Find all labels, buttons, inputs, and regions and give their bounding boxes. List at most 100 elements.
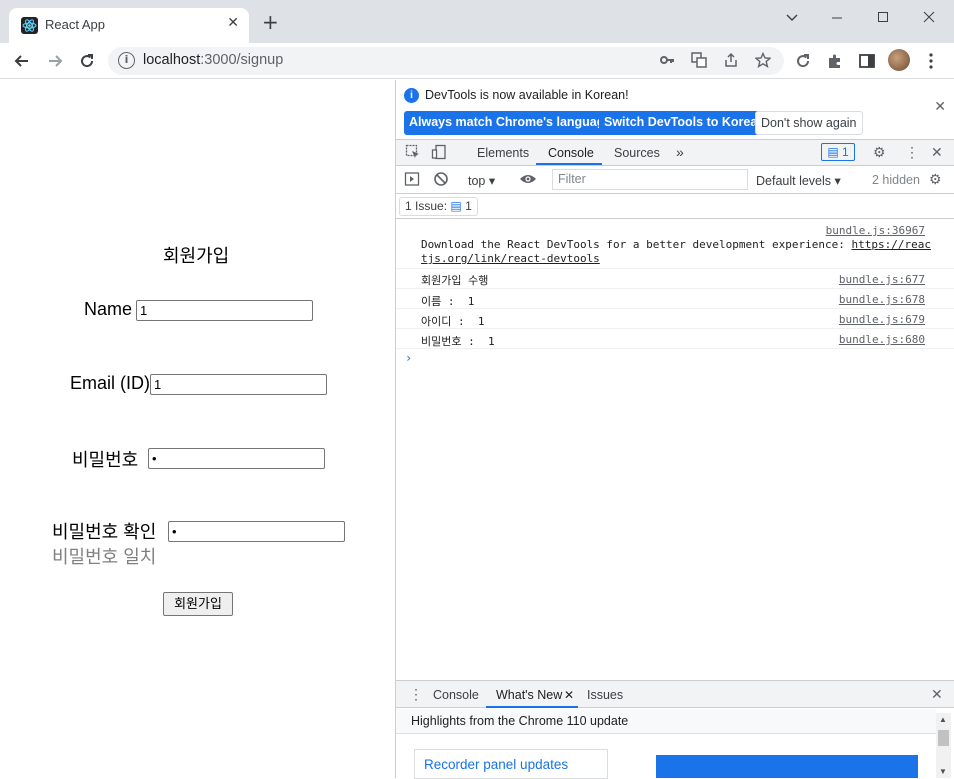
password-match-message: 비밀번호 일치 [52, 547, 157, 567]
email-input[interactable]: 1 [150, 374, 327, 395]
console-settings-gear-icon[interactable]: ⚙ [929, 171, 942, 188]
issue-message-icon: ▤ [450, 199, 462, 213]
log-levels-dropdown[interactable]: Default levels ▾ [756, 173, 841, 188]
drawer-scrollbar[interactable]: ▲ ▼ [936, 713, 951, 778]
translate-icon[interactable] [690, 52, 708, 70]
key-icon[interactable] [658, 52, 676, 70]
name-input[interactable]: 1 [136, 300, 313, 321]
switch-to-korean-button[interactable]: Switch DevTools to Korean [599, 111, 770, 135]
console-source-link[interactable]: bundle.js:677 [839, 273, 925, 286]
console-message: 아이디 : 1 bundle.js:679 [396, 309, 954, 329]
console-message-text-cont: tjs.org/link/react-devtools [421, 252, 600, 265]
console-prompt[interactable]: › [405, 351, 412, 365]
reload-extension-icon[interactable] [794, 52, 812, 70]
infobar-message: DevTools is now available in Korean! [425, 88, 629, 102]
browser-toolbar: i localhost:3000/signup [0, 43, 954, 79]
drawer-tab-issues[interactable]: Issues [587, 688, 623, 702]
tab-search-chevron-icon[interactable] [777, 6, 807, 30]
console-message-text: Download the React DevTools for a better… [421, 238, 931, 251]
side-panel-icon[interactable] [858, 52, 876, 70]
maximize-button[interactable] [868, 6, 898, 30]
address-bar[interactable]: i localhost:3000/signup [108, 47, 784, 75]
console-text: Download the React DevTools for a better… [421, 238, 852, 251]
console-message: 이름 : 1 bundle.js:678 [396, 289, 954, 309]
issue-badge-count: 1 [842, 145, 849, 159]
infobar-close-icon[interactable]: ✕ [934, 98, 946, 115]
bookmark-star-icon[interactable] [754, 51, 772, 70]
browser-tab[interactable]: React App ✕ [9, 8, 249, 43]
inspect-element-icon[interactable] [405, 144, 421, 163]
drawer-tab-whats-new[interactable]: What's New [496, 688, 562, 702]
issues-chip-label: 1 Issue: [405, 199, 448, 213]
console-message-text: 회원가입 수행 [421, 274, 489, 287]
share-icon[interactable] [722, 52, 740, 70]
forward-arrow-icon[interactable] [44, 50, 66, 72]
whats-new-image [656, 755, 918, 778]
clear-console-icon[interactable] [433, 171, 449, 190]
console-source-link[interactable]: bundle.js:36967 [826, 224, 925, 237]
tab-close-icon[interactable]: ✕ [227, 15, 239, 31]
issues-button[interactable]: 1 Issue: ▤ 1 [399, 197, 478, 216]
tab-title: React App [45, 17, 105, 32]
devtools-menu-icon[interactable]: ⋮ [905, 144, 919, 161]
console-message: 비밀번호 : 1 bundle.js:680 [396, 329, 954, 349]
console-filter-bar: top ▾ Filter Default levels ▾ 2 hidden ⚙ [396, 167, 954, 194]
profile-avatar[interactable] [888, 49, 910, 71]
tab-sources[interactable]: Sources [614, 146, 660, 160]
close-window-button[interactable] [914, 6, 944, 30]
name-label: Name [84, 299, 133, 319]
issues-bar: 1 Issue: ▤ 1 [396, 195, 954, 219]
always-match-language-button[interactable]: Always match Chrome's language [404, 111, 617, 135]
react-devtools-link-cont[interactable]: tjs.org/link/react-devtools [421, 252, 600, 265]
new-tab-button[interactable]: + [262, 12, 279, 32]
back-arrow-icon[interactable] [11, 50, 33, 72]
page-title: 회원가입 [163, 246, 230, 266]
signup-submit-button[interactable]: 회원가입 [163, 592, 233, 616]
console-message: bundle.js:36967 Download the React DevTo… [396, 220, 954, 269]
active-tab-indicator [536, 163, 602, 165]
log-levels-label: Default levels [756, 174, 832, 188]
settings-gear-icon[interactable]: ⚙ [873, 144, 886, 161]
more-tabs-icon[interactable]: » [676, 144, 684, 160]
url-path: :3000/signup [200, 52, 284, 68]
browser-menu-icon[interactable] [922, 52, 940, 70]
drawer-tab-console[interactable]: Console [433, 688, 479, 702]
device-toolbar-icon[interactable] [431, 144, 447, 163]
tab-console[interactable]: Console [548, 146, 594, 160]
message-icon: ▤ [827, 145, 839, 159]
password-input[interactable]: • [148, 448, 325, 469]
react-devtools-link[interactable]: https://reac [851, 238, 930, 251]
extensions-puzzle-icon[interactable] [826, 52, 844, 70]
drawer-menu-icon[interactable]: ⋮ [409, 686, 423, 703]
reload-icon[interactable] [76, 50, 98, 72]
console-source-link[interactable]: bundle.js:679 [839, 313, 925, 326]
sidebar-toggle-icon[interactable] [404, 171, 420, 190]
scrollbar-thumb[interactable] [938, 730, 949, 746]
info-icon: i [404, 88, 419, 103]
dont-show-again-button[interactable]: Don't show again [755, 111, 863, 135]
whats-new-close-icon[interactable]: ✕ [564, 688, 574, 702]
drawer-tab-bar: ⋮ Console What's New ✕ Issues ✕ [396, 680, 954, 708]
minimize-button[interactable] [822, 6, 852, 30]
console-source-link[interactable]: bundle.js:678 [839, 293, 925, 306]
issues-chip-count: 1 [465, 199, 472, 213]
close-drawer-icon[interactable]: ✕ [931, 686, 943, 703]
password-confirm-input[interactable]: • [168, 521, 345, 542]
console-filter-input[interactable]: Filter [552, 169, 748, 190]
console-source-link[interactable]: bundle.js:680 [839, 333, 925, 346]
console-output: bundle.js:36967 Download the React DevTo… [396, 220, 954, 680]
close-devtools-icon[interactable]: ✕ [931, 144, 943, 161]
site-info-icon[interactable]: i [118, 52, 135, 69]
scroll-up-icon[interactable]: ▲ [939, 715, 947, 724]
context-selector-label: top [468, 174, 486, 188]
password-label: 비밀번호 [72, 450, 139, 470]
issues-count-badge[interactable]: ▤ 1 [821, 143, 855, 161]
console-message-text: 이름 : 1 [421, 295, 475, 308]
scroll-down-icon[interactable]: ▼ [939, 767, 947, 776]
console-message-text: 비밀번호 : 1 [421, 335, 495, 348]
tab-elements[interactable]: Elements [477, 146, 529, 160]
recorder-updates-link[interactable]: Recorder panel updates [414, 749, 608, 779]
context-selector[interactable]: top ▾ [468, 173, 495, 188]
live-expression-eye-icon[interactable] [519, 171, 537, 190]
whats-new-panel: Highlights from the Chrome 110 update Re… [396, 709, 954, 779]
